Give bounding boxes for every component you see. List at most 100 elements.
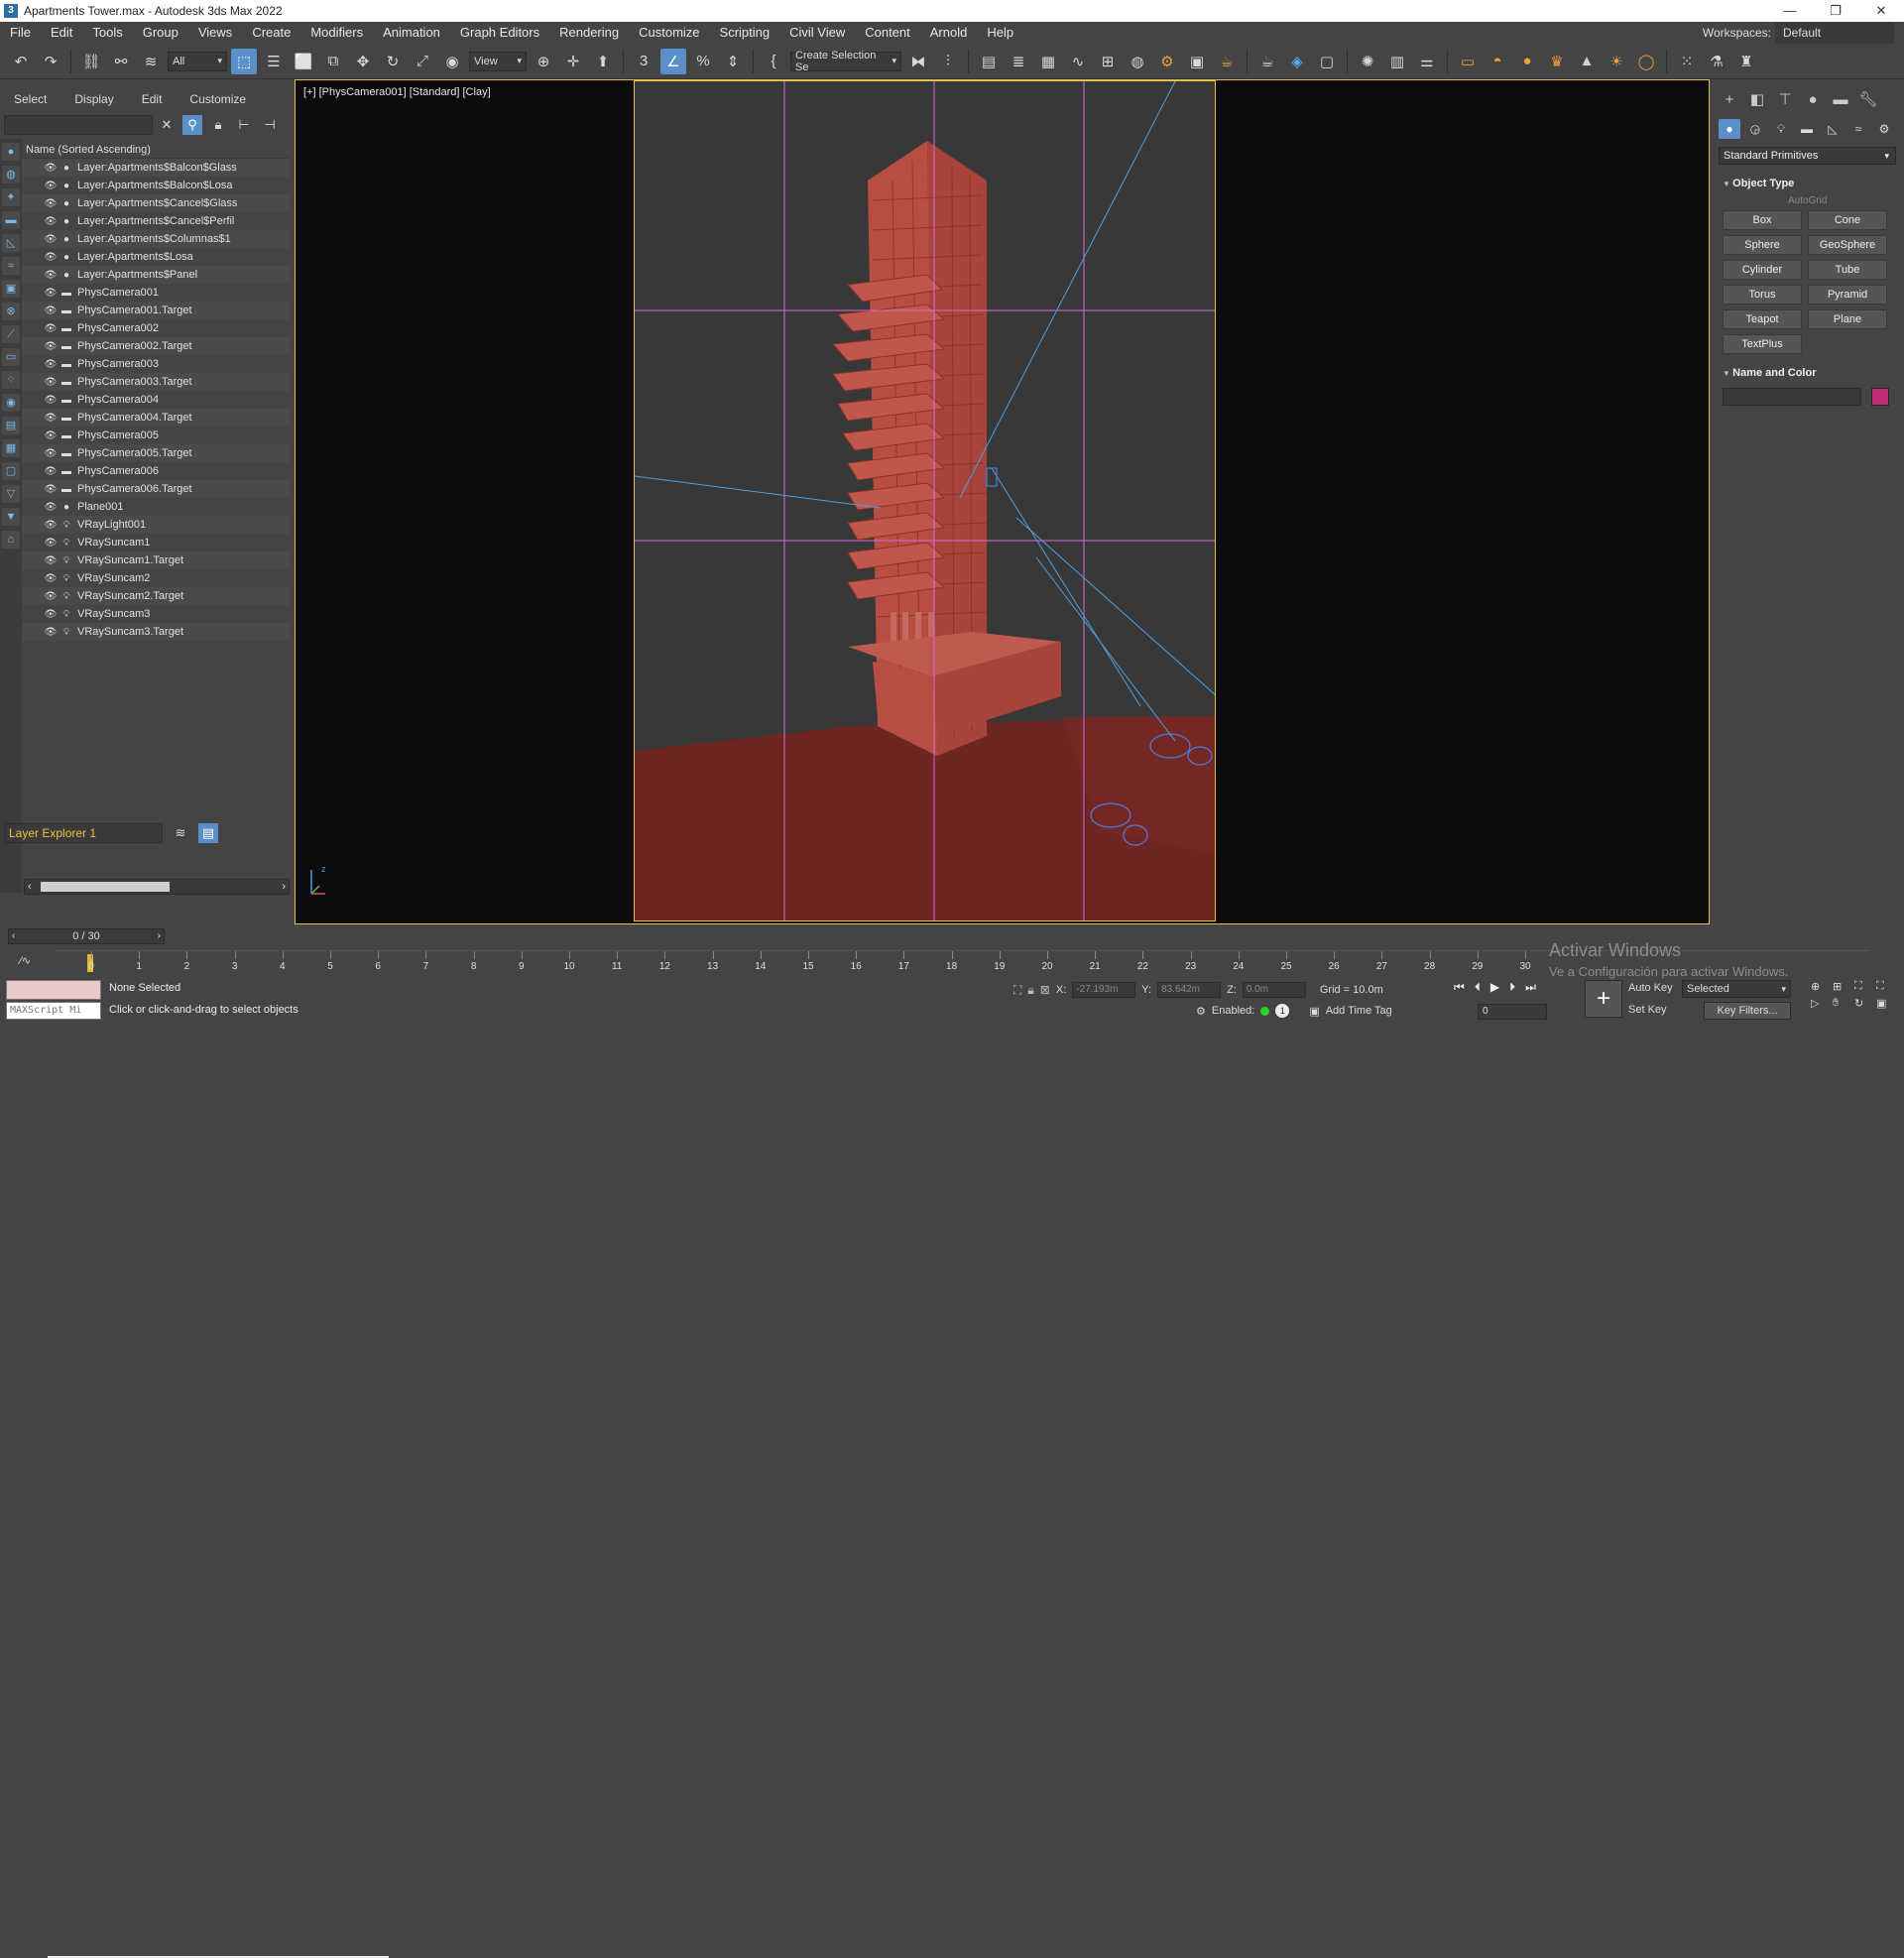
collapse-icon[interactable]: ⌂ xyxy=(2,531,20,549)
layer-explorer-dropdown[interactable]: Layer Explorer 1 xyxy=(4,823,163,843)
clear-search-icon[interactable]: ✕ xyxy=(157,115,177,135)
display-containers-icon[interactable]: ▭ xyxy=(2,348,20,366)
mini-curve-editor-icon[interactable]: ⁄∿ xyxy=(20,954,31,967)
visibility-eye-icon[interactable]: 👁︎ xyxy=(44,555,58,566)
menu-rendering[interactable]: Rendering xyxy=(549,22,629,44)
ies-light-icon[interactable]: ♛ xyxy=(1544,49,1570,74)
sky-icon[interactable]: ◯ xyxy=(1633,49,1659,74)
menu-civil-view[interactable]: Civil View xyxy=(779,22,855,44)
named-selection-dropdown[interactable]: Create Selection Se xyxy=(790,50,901,73)
zoom-all-icon[interactable]: ⊞ xyxy=(1833,980,1852,993)
spacewarps-category-icon[interactable]: ≈ xyxy=(1847,119,1869,139)
explorer-tab-edit[interactable]: Edit xyxy=(128,89,177,109)
z-coordinate-field[interactable]: 0.0m xyxy=(1242,982,1306,998)
explorer-row[interactable]: 👁︎ 💡︎ VRaySuncam2 xyxy=(22,569,290,587)
minimize-button[interactable]: — xyxy=(1767,0,1813,22)
menu-scripting[interactable]: Scripting xyxy=(710,22,780,44)
workspace-dropdown[interactable]: Default xyxy=(1775,22,1894,44)
layer-explorer-icon[interactable]: ≣ xyxy=(1006,49,1031,74)
display-helpers-icon[interactable]: ◺ xyxy=(2,234,20,252)
visibility-eye-icon[interactable]: 👁︎ xyxy=(44,270,58,281)
menu-tools[interactable]: Tools xyxy=(82,22,132,44)
y-coordinate-field[interactable]: 83.642m xyxy=(1157,982,1222,998)
display-lights-icon[interactable]: ✦ xyxy=(2,188,20,206)
visibility-eye-icon[interactable]: 👁︎ xyxy=(44,163,58,174)
sort-layers-icon[interactable]: ⊣ xyxy=(260,115,280,135)
rendered-frame-window-icon[interactable]: ▣ xyxy=(1184,49,1210,74)
display-hidden-icon[interactable]: ◉ xyxy=(2,394,20,412)
selection-filter-dropdown[interactable]: All xyxy=(168,51,227,71)
display-particles-icon[interactable]: ⁘ xyxy=(2,371,20,389)
scene-explorer-icon[interactable]: ▤ xyxy=(976,49,1002,74)
next-frame-icon[interactable]: ⏵ xyxy=(1509,980,1515,995)
display-tab-icon[interactable]: ▬ xyxy=(1830,89,1851,111)
display-geometry-icon[interactable]: ● xyxy=(2,143,20,161)
cameras-category-icon[interactable]: ▬ xyxy=(1796,119,1818,139)
maxscript-mini-listener[interactable]: MAXScript Mi xyxy=(6,1002,101,1020)
select-scale-icon[interactable]: ⤢ xyxy=(410,49,435,74)
next-frame-arrow-icon[interactable]: › xyxy=(158,929,161,943)
scrollbar-thumb[interactable] xyxy=(41,882,170,892)
lock-icon[interactable]: 🔒︎ xyxy=(208,115,228,135)
visibility-eye-icon[interactable]: 👁︎ xyxy=(44,502,58,513)
orbit-icon[interactable]: ↻ xyxy=(1854,997,1874,1010)
geometry-category-icon[interactable]: ● xyxy=(1719,119,1740,139)
rectangular-selection-icon[interactable]: ⬜ xyxy=(291,49,316,74)
keyboard-shortcut-override-icon[interactable]: ⬆ xyxy=(590,49,616,74)
visibility-eye-icon[interactable]: 👁︎ xyxy=(44,448,58,459)
primitive-type-dropdown[interactable]: Standard Primitives xyxy=(1719,147,1896,165)
select-object-icon[interactable]: ⬚ xyxy=(231,48,257,74)
visibility-eye-icon[interactable]: 👁︎ xyxy=(44,359,58,370)
current-frame-field[interactable]: 0 xyxy=(1478,1004,1547,1020)
explorer-row[interactable]: 👁︎ 💡︎ VRaySuncam3 xyxy=(22,605,290,623)
object-type-header[interactable]: Object Type xyxy=(1719,175,1896,192)
visibility-eye-icon[interactable]: 👁︎ xyxy=(44,538,58,549)
selection-lock-icon[interactable]: 🔒︎ xyxy=(1027,983,1033,998)
maxscript-listener-output[interactable] xyxy=(6,980,101,1000)
menu-content[interactable]: Content xyxy=(855,22,920,44)
curve-editor-icon[interactable]: ∿ xyxy=(1065,49,1091,74)
menu-arnold[interactable]: Arnold xyxy=(920,22,978,44)
pyramid-button[interactable]: Pyramid xyxy=(1808,285,1887,305)
prev-frame-arrow-icon[interactable]: ‹ xyxy=(12,929,15,943)
redo-icon[interactable]: ↷ xyxy=(38,49,63,74)
select-rotate-icon[interactable]: ↻ xyxy=(380,49,406,74)
align-icon[interactable]: ⫶ xyxy=(935,49,961,74)
bind-space-warp-icon[interactable]: ≋ xyxy=(138,49,164,74)
visibility-eye-icon[interactable]: 👁︎ xyxy=(44,377,58,388)
restore-button[interactable]: ❐ xyxy=(1813,0,1858,22)
visibility-eye-icon[interactable]: 👁︎ xyxy=(44,341,58,352)
schematic-view-icon[interactable]: ⊞ xyxy=(1095,49,1121,74)
visibility-eye-icon[interactable]: 👁︎ xyxy=(44,216,58,227)
go-to-end-icon[interactable]: ⏭ xyxy=(1525,980,1536,995)
explorer-tab-customize[interactable]: Customize xyxy=(176,89,260,109)
viewport-label[interactable]: [+] [PhysCamera001] [Standard] [Clay] xyxy=(303,86,491,98)
menu-graph-editors[interactable]: Graph Editors xyxy=(450,22,549,44)
render-window-icon[interactable]: ▢ xyxy=(1314,49,1340,74)
time-tag-icon[interactable]: ▣ xyxy=(1309,1005,1319,1018)
pan-icon[interactable]: ✋︎ xyxy=(1833,997,1852,1010)
explorer-row[interactable]: 👁︎ ▬ PhysCamera001.Target xyxy=(22,302,290,319)
select-move-icon[interactable]: ✥ xyxy=(350,49,376,74)
enabled-indicator[interactable] xyxy=(1260,1006,1270,1016)
angle-snap-icon[interactable]: ∠ xyxy=(660,48,686,74)
menu-animation[interactable]: Animation xyxy=(373,22,450,44)
explorer-tab-select[interactable]: Select xyxy=(0,89,60,109)
explorer-row[interactable]: 👁︎ 💡︎ VRaySuncam1 xyxy=(22,534,290,551)
textplus-button[interactable]: TextPlus xyxy=(1723,334,1802,354)
explorer-row[interactable]: 👁︎ ▬ PhysCamera003 xyxy=(22,355,290,373)
explorer-row[interactable]: 👁︎ 💡︎ VRaySuncam3.Target xyxy=(22,623,290,641)
close-button[interactable]: ✕ xyxy=(1858,0,1904,22)
sphere-light-icon[interactable]: ● xyxy=(1514,49,1540,74)
object-color-swatch[interactable] xyxy=(1871,388,1889,406)
explorer-row[interactable]: 👁︎ 💡︎ VRayLight001 xyxy=(22,516,290,534)
display-spacewarps-icon[interactable]: ≈ xyxy=(2,257,20,275)
lights-category-icon[interactable]: 💡︎ xyxy=(1770,119,1792,139)
add-time-tag-button[interactable]: Add Time Tag xyxy=(1326,1005,1392,1017)
snaps-toggle-icon[interactable]: 3 xyxy=(631,49,656,74)
spinner-snap-icon[interactable]: ⇕ xyxy=(720,49,746,74)
previous-frame-icon[interactable]: ⏴ xyxy=(1475,980,1481,995)
filter-toggle-icon[interactable]: ▼ xyxy=(2,508,20,526)
visibility-eye-icon[interactable]: 👁︎ xyxy=(44,198,58,209)
physical-camera-icon[interactable]: ♜ xyxy=(1733,49,1759,74)
